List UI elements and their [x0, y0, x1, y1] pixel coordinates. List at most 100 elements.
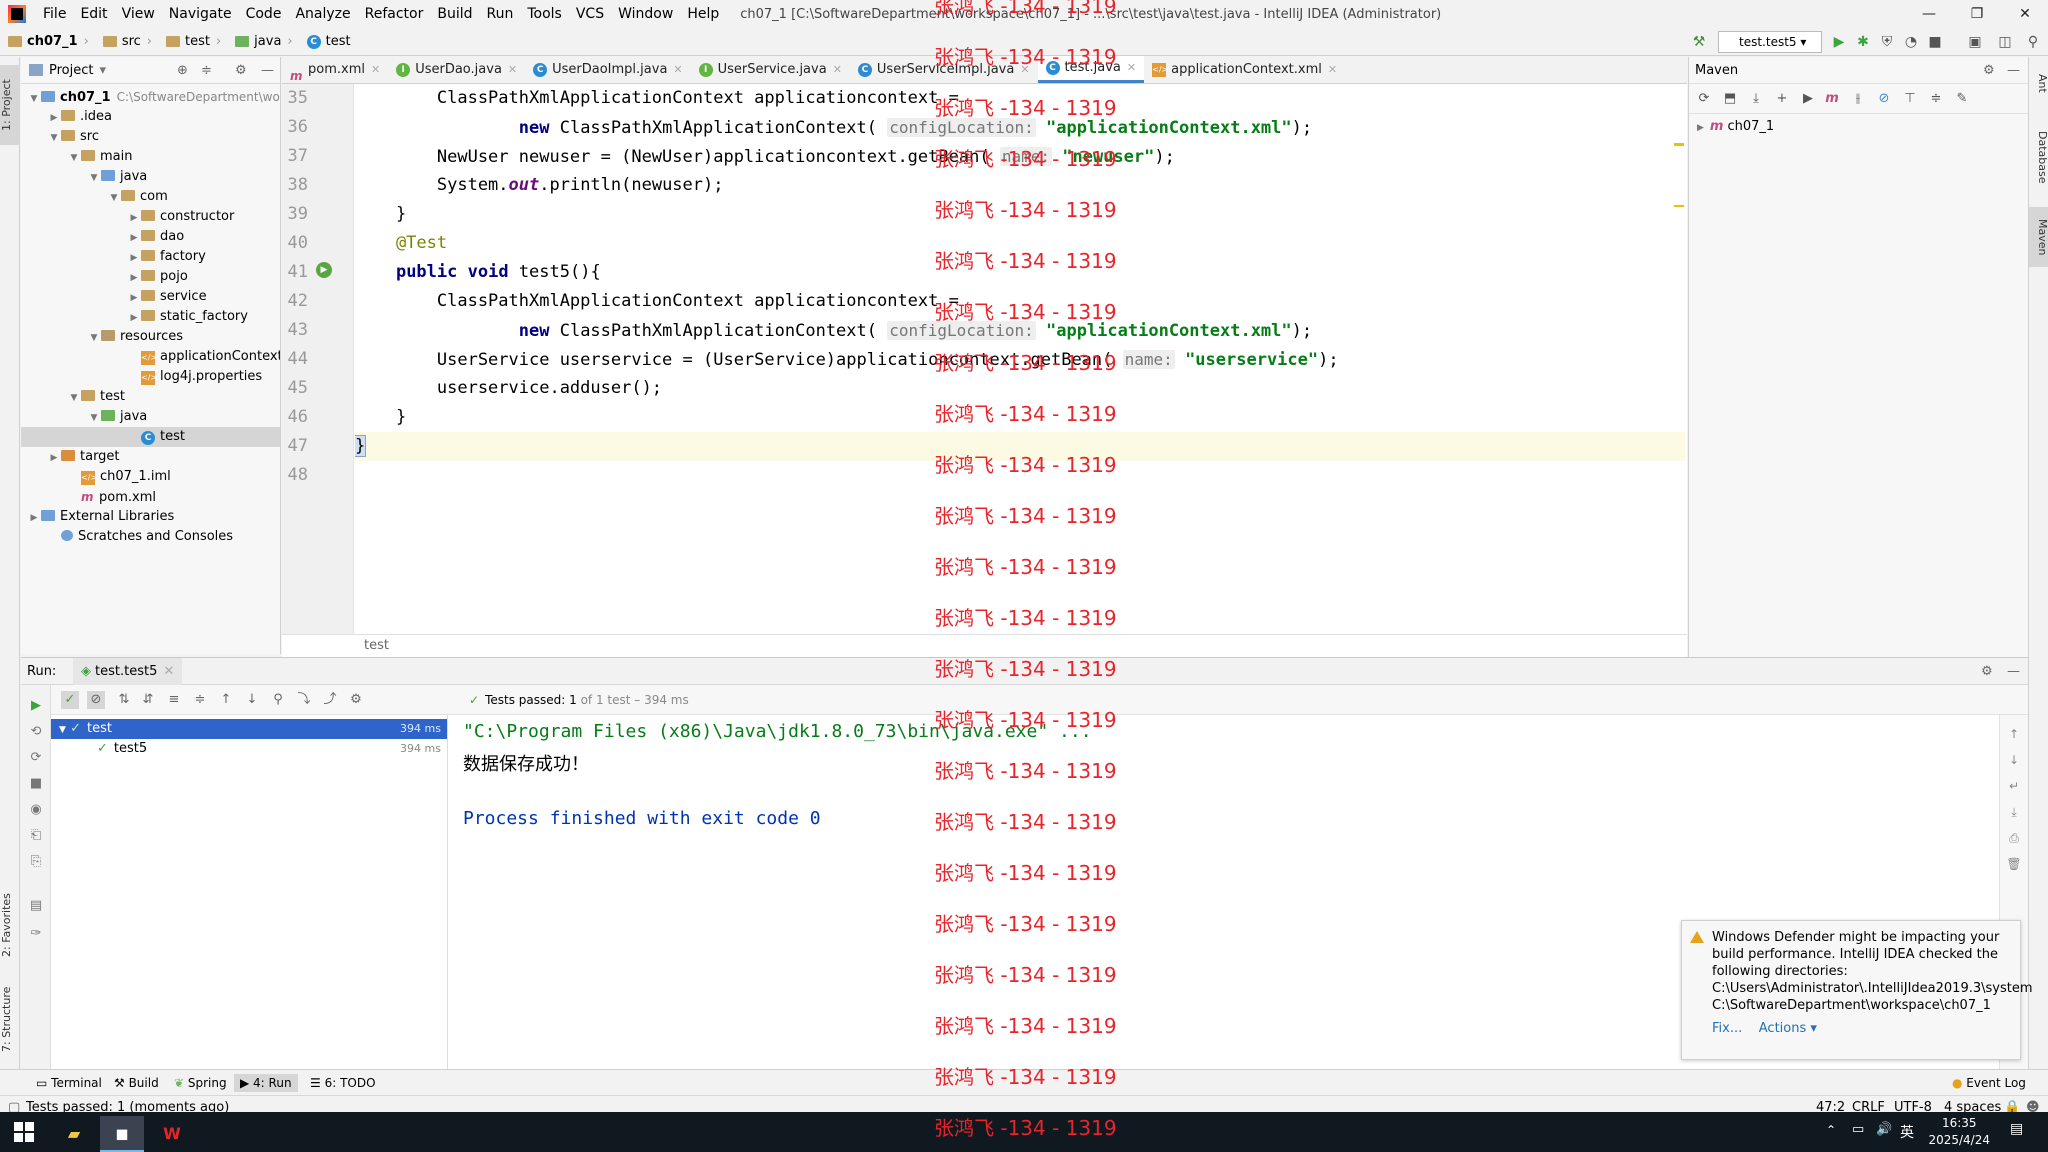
clear-icon[interactable]: 🗑	[2005, 855, 2023, 873]
gear-icon[interactable]: ⚙	[347, 691, 365, 709]
download-icon[interactable]: ⤓	[1747, 90, 1765, 108]
chevron-down-icon[interactable]: ▼	[67, 148, 81, 168]
scroll-to-end-icon[interactable]: ⤓	[2005, 803, 2023, 821]
close-icon[interactable]: ✕	[833, 57, 842, 83]
project-tree-item[interactable]: ▶ .idea	[21, 107, 280, 127]
collapse-all-icon[interactable]: ≑	[201, 63, 212, 78]
maven-project-root[interactable]: ▶ m ch07_1	[1697, 117, 1774, 138]
project-tree-item[interactable]: </> log4j.properties	[21, 367, 280, 387]
editor-tab[interactable]: m pom.xml ✕	[282, 56, 388, 83]
collapse-all-icon[interactable]: ≑	[191, 691, 209, 709]
menu-refactor[interactable]: Refactor	[358, 0, 431, 28]
chevron-right-icon[interactable]: ▶	[127, 288, 141, 308]
project-tree-item[interactable]: Scratches and Consoles	[21, 527, 280, 547]
warning-marker[interactable]	[1674, 205, 1684, 207]
menu-navigate[interactable]: Navigate	[162, 0, 239, 28]
chevron-right-icon[interactable]: ▶	[127, 308, 141, 328]
menu-view[interactable]: View	[115, 0, 162, 28]
project-tree-item[interactable]: ▼ java	[21, 167, 280, 187]
chevron-down-icon[interactable]: ▾	[99, 63, 106, 78]
restore-button[interactable]: ❐	[1954, 0, 2000, 28]
rerun-failed-icon[interactable]: ⟲	[27, 723, 45, 741]
down-arrow-icon[interactable]: ↓	[2005, 751, 2023, 769]
chevron-right-icon[interactable]: ▶	[47, 108, 61, 128]
breadcrumb-src[interactable]: src ›	[95, 34, 158, 49]
project-tree-item[interactable]: ▶ static_factory	[21, 307, 280, 327]
chevron-down-icon[interactable]: ▼	[107, 188, 121, 208]
minimize-button[interactable]: —	[1906, 0, 1952, 28]
ant-tool-tab[interactable]: Ant	[2029, 63, 2048, 103]
editor-tab[interactable]: I UserDao.java ✕	[388, 56, 525, 83]
windows-start-icon[interactable]	[14, 1122, 34, 1142]
menu-run[interactable]: Run	[480, 0, 521, 28]
menu-code[interactable]: Code	[239, 0, 289, 28]
tray-chevron-up-icon[interactable]: ⌃	[1826, 1123, 1836, 1137]
gear-icon[interactable]: ⚙	[1981, 658, 1993, 685]
project-tree-item[interactable]: ▶ External Libraries	[21, 507, 280, 527]
project-tree-item[interactable]: ▼ java	[21, 407, 280, 427]
project-tree-item[interactable]: ▶ target	[21, 447, 280, 467]
menu-file[interactable]: File	[36, 0, 73, 28]
hide-icon[interactable]: —	[261, 63, 274, 78]
file-explorer-icon[interactable]: ▰	[52, 1116, 96, 1152]
todo-tool-button[interactable]: ☰ 6: TODO	[304, 1074, 382, 1092]
previous-icon[interactable]: ↑	[217, 691, 235, 709]
test-node-test[interactable]: ▼ ✓ test 394 ms	[51, 719, 447, 739]
close-icon[interactable]: ✕	[371, 57, 380, 83]
build-hammer-icon[interactable]: ⚒	[1690, 33, 1708, 51]
chevron-down-icon[interactable]: ▼	[27, 89, 41, 109]
menu-help[interactable]: Help	[680, 0, 726, 28]
pin-icon[interactable]: ⎗	[27, 827, 45, 845]
project-panel-title[interactable]: Project	[49, 63, 93, 78]
import-tests-icon[interactable]: ⤵	[295, 691, 313, 709]
project-tree-item[interactable]: ▼ test	[21, 387, 280, 407]
coverage-icon[interactable]: ⛨	[1878, 33, 1896, 51]
project-structure-icon[interactable]: ▣	[1966, 33, 1984, 51]
build-tool-button[interactable]: ⚒ Build	[108, 1074, 165, 1092]
input-method-indicator[interactable]: 英	[1900, 1122, 1914, 1142]
expand-all-icon[interactable]: ≡	[165, 691, 183, 709]
project-tree-item[interactable]: </>applicationContext.xml	[21, 347, 280, 367]
stop-icon[interactable]: ■	[27, 775, 45, 793]
database-tool-tab[interactable]: Database	[2029, 117, 2048, 197]
snapshot-icon[interactable]: ◉	[27, 801, 45, 819]
execute-goal-icon[interactable]: m	[1823, 90, 1841, 108]
test-node-test5[interactable]: ✓ test5 394 ms	[51, 739, 447, 759]
menu-window[interactable]: Window	[611, 0, 680, 28]
show-ignored-icon[interactable]: ⊘	[87, 691, 105, 709]
volume-icon[interactable]: 🔊	[1876, 1122, 1892, 1137]
gear-icon[interactable]: ⚙	[1983, 57, 1995, 84]
close-icon[interactable]: ✕	[508, 57, 517, 83]
layout-icon[interactable]: ▤	[27, 897, 45, 915]
chevron-down-icon[interactable]: ▼	[67, 388, 81, 408]
chevron-down-icon[interactable]: ▼	[87, 168, 101, 188]
chevron-down-icon[interactable]: ▼	[87, 328, 101, 348]
spring-tool-button[interactable]: ❦ Spring	[168, 1074, 233, 1092]
export-tests-icon[interactable]: ⤴	[321, 691, 339, 709]
menu-tools[interactable]: Tools	[520, 0, 569, 28]
generate-sources-icon[interactable]: ⬒	[1721, 90, 1739, 108]
sort-alpha-icon[interactable]: ⇅	[115, 691, 133, 709]
editor-tab[interactable]: </> applicationContext.xml ✕	[1144, 56, 1345, 83]
up-arrow-icon[interactable]: ↑	[2005, 725, 2023, 743]
chevron-right-icon[interactable]: ▶	[27, 508, 41, 528]
breadcrumb-project[interactable]: ch07_1 ›	[0, 34, 95, 49]
show-dependencies-icon[interactable]: ⊤	[1901, 90, 1919, 108]
sort-duration-icon[interactable]: ⇵	[139, 691, 157, 709]
wrench-icon[interactable]: ✎	[1953, 90, 1971, 108]
project-tree-item[interactable]: ▶ service	[21, 287, 280, 307]
breadcrumb-test[interactable]: test ›	[158, 34, 227, 49]
add-icon[interactable]: +	[1773, 90, 1791, 108]
search-icon[interactable]: ⚲	[2024, 33, 2042, 51]
next-icon[interactable]: ↓	[243, 691, 261, 709]
chevron-right-icon[interactable]: ▶	[127, 248, 141, 268]
maven-tool-tab[interactable]: Maven	[2029, 207, 2048, 267]
close-icon[interactable]: ✕	[673, 57, 682, 83]
layout-icon[interactable]: ◫	[1996, 33, 2014, 51]
locate-icon[interactable]: ⊕	[177, 63, 188, 78]
project-tree-item[interactable]: Ctest	[21, 427, 280, 447]
chevron-down-icon[interactable]: ▼	[47, 128, 61, 148]
project-tree-item[interactable]: ▶ factory	[21, 247, 280, 267]
print-icon[interactable]: ⎙	[2005, 829, 2023, 847]
project-tree-item[interactable]: </> ch07_1.iml	[21, 467, 280, 487]
